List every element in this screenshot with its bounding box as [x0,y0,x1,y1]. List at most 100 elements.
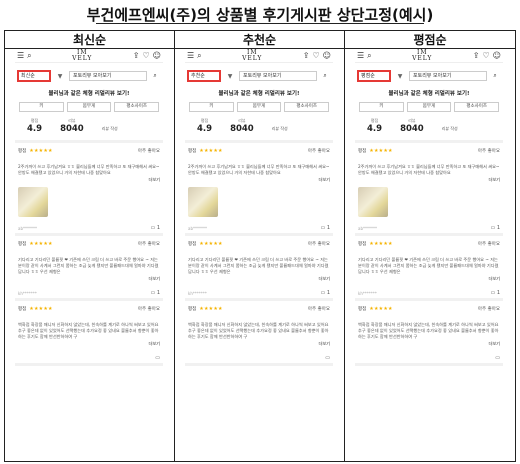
title-underline [96,23,424,24]
share-icon[interactable]: ⇪ [133,51,140,60]
photo-review-album-select[interactable]: 포토리뷰 모아보기 [69,71,147,81]
more-link[interactable]: 더보기 [18,177,160,183]
star-rating: ★★★★★ [199,306,223,312]
column-header: 평점순 [345,31,515,49]
comment-count-value: 1 [156,290,160,296]
promo-banner[interactable]: 블리님과 같은 체형 리얼리뷰 보기! [15,89,163,97]
more-link[interactable]: 더보기 [358,177,500,183]
review-eval-label: 평점 [18,149,27,154]
review-item[interactable]: 평점 ★★★★★ 아주 좋아요 2주가까이 쓰고 후기남겨요 ㅎㅎ 블리님들께 … [185,143,333,236]
more-link[interactable]: 더보기 [188,276,330,282]
more-link[interactable]: 더보기 [188,341,330,347]
review-text: 백화점 화장품 매니저 신화하지 않았는데, 친숙하를 계기로 하나씩 써보고 … [358,322,499,339]
filter-size[interactable]: 평소사이즈 [284,102,330,112]
review-verdict: 아주 좋아요 [307,242,330,247]
sort-select[interactable]: 최신순 [17,70,51,82]
write-review-button[interactable]: 리뷰 작성 [442,126,458,132]
sort-select[interactable]: 추천순 [187,70,221,82]
search-icon[interactable]: ⌕ [149,72,161,80]
sort-select[interactable]: 평점순 [357,70,391,82]
photo-review-album-select[interactable]: 포토리뷰 모아보기 [409,71,487,81]
chevron-down-icon[interactable]: ▼ [53,73,67,80]
review-author: kh******* [358,290,377,296]
filter-height[interactable]: 키 [189,102,234,112]
photo-review-album-select[interactable]: 포토리뷰 모아보기 [239,71,317,81]
star-rating: ★★★★★ [29,306,53,312]
review-verdict: 아주 좋아요 [477,149,500,154]
rating-value: 4.9 [197,124,213,134]
menu-icon[interactable]: ☰ [17,51,24,60]
comment-count[interactable]: ▭ 1 [490,290,500,296]
comment-count[interactable]: ▭ [495,355,500,361]
cart-icon[interactable]: ♡ [142,51,149,60]
comment-count[interactable]: ▭ 1 [150,225,160,231]
page-title: 부건에프엔씨(주)의 상품별 후기게시판 상단고정(예시) [86,6,434,24]
user-icon[interactable]: ☺ [153,51,161,60]
more-link[interactable]: 더보기 [188,177,330,183]
review-item[interactable]: 평점 ★★★★★ 아주 좋아요 기다리고 기다리던 볼륨핏 ❤ 기존에 쓰던 크… [15,236,163,301]
review-photo[interactable] [188,187,218,217]
more-link[interactable]: 더보기 [358,341,500,347]
review-stats: 평점 4.9 리뷰 8040 리뷰 작성 [15,118,163,134]
more-link[interactable]: 더보기 [358,276,500,282]
search-icon[interactable]: ⌕ [489,72,501,80]
filter-weight[interactable]: 몸무게 [236,102,282,112]
comment-count[interactable]: ▭ [155,355,160,361]
filter-weight[interactable]: 몸무게 [66,102,112,112]
comment-count[interactable]: ▭ 1 [320,225,330,231]
menu-icon[interactable]: ☰ [187,51,194,60]
review-item[interactable]: 평점 ★★★★★ 아주 좋아요 2주가까이 쓰고 후기남겨요 ㅎㅎ 블리님들께 … [15,143,163,236]
review-eval-label: 평점 [188,242,197,247]
filter-weight[interactable]: 몸무게 [406,102,452,112]
search-icon[interactable]: ⌕ [27,51,31,60]
search-icon[interactable]: ⌕ [319,72,331,80]
promo-banner[interactable]: 블리님과 같은 체형 리얼리뷰 보기! [355,89,503,97]
review-item[interactable]: 평점 ★★★★★ 아주 좋아요 기다리고 기다리던 볼륨핏 ❤ 기존에 쓰던 크… [185,236,333,301]
comment-count[interactable]: ▭ 1 [320,290,330,296]
review-item[interactable]: 평점 ★★★★★ 아주 좋아요 2주가까이 쓰고 후기남겨요 ㅎㅎ 블리님들께 … [355,143,503,236]
star-rating: ★★★★★ [369,306,393,312]
share-icon[interactable]: ⇪ [473,51,480,60]
comment-count[interactable]: ▭ 1 [150,290,160,296]
comment-count[interactable]: ▭ 1 [490,225,500,231]
review-photo[interactable] [358,187,388,217]
user-icon[interactable]: ☺ [493,51,501,60]
logo[interactable]: IM VELY [72,49,92,62]
comment-icon: ▭ [490,290,496,296]
review-photo[interactable] [18,187,48,217]
review-item[interactable]: 평점 ★★★★★ 아주 좋아요 기다리고 기다리던 볼륨핏 ❤ 기존에 쓰던 크… [355,236,503,301]
search-icon[interactable]: ⌕ [367,51,371,60]
chevron-down-icon[interactable]: ▼ [223,73,237,80]
search-icon[interactable]: ⌕ [197,51,201,60]
review-item[interactable]: 평점 ★★★★★ 아주 좋아요 백화점 화장품 매니저 신화하지 않았는데, 친… [15,301,163,366]
menu-icon[interactable]: ☰ [357,51,364,60]
user-icon[interactable]: ☺ [323,51,331,60]
logo-line-2: VELY [242,54,263,62]
comment-count[interactable]: ▭ [325,355,330,361]
filter-height[interactable]: 키 [19,102,64,112]
review-author: kh******* [18,290,37,296]
filter-size[interactable]: 평소사이즈 [454,102,500,112]
cart-icon[interactable]: ♡ [482,51,489,60]
column-header: 추천순 [175,31,344,49]
share-icon[interactable]: ⇪ [303,51,310,60]
filter-height[interactable]: 키 [359,102,404,112]
top-nav: ☰ ⌕ IM VELY ⇪ ♡ ☺ [185,49,333,63]
review-item[interactable]: 평점 ★★★★★ 아주 좋아요 백화점 화장품 매니저 신화하지 않았는데, 친… [355,301,503,366]
review-text: 백화점 화장품 매니저 신화하지 않았는데, 친숙하를 계기로 하나씩 써보고 … [188,322,329,339]
chevron-down-icon[interactable]: ▼ [393,73,407,80]
review-verdict: 아주 좋아요 [477,242,500,247]
more-link[interactable]: 더보기 [18,341,160,347]
more-link[interactable]: 더보기 [18,276,160,282]
logo[interactable]: IM VELY [242,49,263,62]
filter-size[interactable]: 평소사이즈 [114,102,160,112]
write-review-button[interactable]: 리뷰 작성 [102,126,118,132]
review-item[interactable]: 평점 ★★★★★ 아주 좋아요 백화점 화장품 매니저 신화하지 않았는데, 친… [185,301,333,366]
promo-banner[interactable]: 블리님과 같은 체형 리얼리뷰 보기! [185,89,333,97]
body-filter-options: 키 몸무게 평소사이즈 [359,102,500,112]
rating-value: 4.9 [27,124,43,134]
logo[interactable]: IM VELY [412,49,432,62]
top-nav: ☰ ⌕ IM VELY ⇪ ♡ ☺ [355,49,503,63]
cart-icon[interactable]: ♡ [312,51,319,60]
write-review-button[interactable]: 리뷰 작성 [272,126,288,132]
